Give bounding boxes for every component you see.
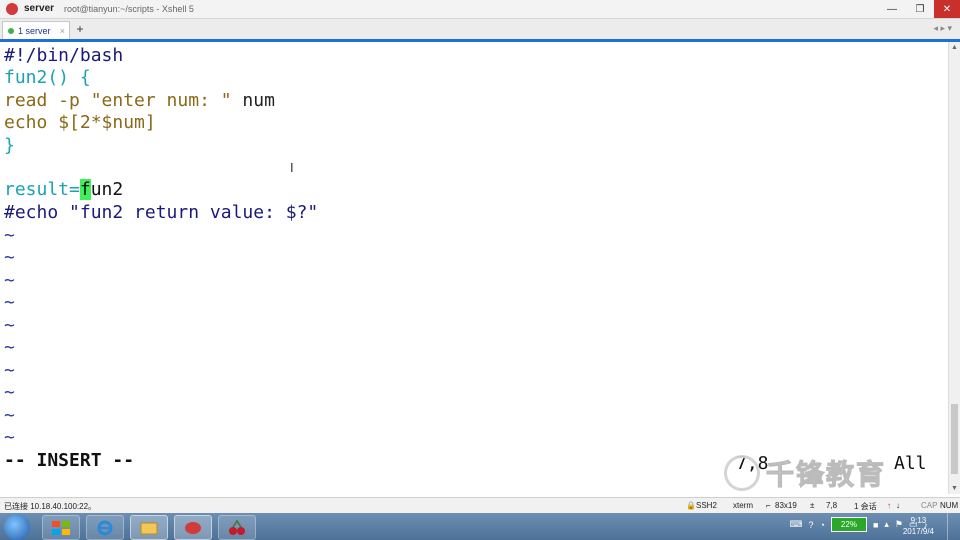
tray-keyboard-icon[interactable]: ⌨ <box>789 519 802 530</box>
cursor-icon: ± <box>810 501 815 510</box>
result-assignment: result= <box>4 179 80 200</box>
code-line-shebang: #!/bin/bash <box>4 45 124 66</box>
echo-expression: $[2*$num] <box>47 112 156 133</box>
taskbar-internet-explorer[interactable] <box>86 515 124 540</box>
code-line-close-brace: } <box>4 135 15 156</box>
empty-line-tilde: ~ <box>4 405 15 426</box>
taskbar-file-explorer[interactable] <box>42 515 80 540</box>
window-app-name: server <box>24 3 55 14</box>
scroll-down-arrow-icon[interactable]: ▼ <box>951 485 958 492</box>
block-cursor: f <box>79 179 91 200</box>
empty-line-tilde: ~ <box>4 360 15 381</box>
clock-date: 2017/9/4 <box>902 527 934 536</box>
protocol-label: SSH2 <box>696 501 717 510</box>
title-bar: server root@tianyun:~/scripts - Xshell 5… <box>0 0 960 19</box>
tray-expand-icon[interactable]: ▴ <box>884 519 889 530</box>
code-line-comment: #echo "fun2 return value: $?" <box>4 202 319 223</box>
window-title: root@tianyun:~/scripts - Xshell 5 <box>64 4 194 14</box>
clock-time: 9:13 <box>910 516 927 525</box>
cursor-position: 7,8 <box>826 501 838 510</box>
connected-status-icon <box>8 28 14 34</box>
folder-icon <box>140 522 158 534</box>
download-arrow-icon: ↓ <box>896 501 900 510</box>
watermark-logo-icon <box>724 455 760 491</box>
resize-icon: ⌐ <box>766 501 771 510</box>
empty-line-tilde: ~ <box>4 315 15 336</box>
windows-taskbar: ⌨ ? ◔ 22% ■ ▴ ⚑ ▭ ♪ 9:13 2017/9/4 <box>0 513 960 540</box>
system-clock[interactable]: 9:13 2017/9/4 <box>903 515 934 537</box>
tab-navigation-arrows[interactable]: ◂ ▸ ▾ <box>933 23 952 34</box>
taskbar-xshell[interactable] <box>174 515 212 540</box>
empty-line-tilde: ~ <box>4 225 15 246</box>
tab-close-icon[interactable]: × <box>60 26 65 36</box>
session-count: 1 会话 <box>854 502 877 511</box>
xshell-icon <box>185 521 201 534</box>
lock-icon: 🔒 <box>686 501 696 510</box>
cherry-icon <box>229 519 245 535</box>
tray-flag-icon[interactable]: ⚑ <box>895 519 903 530</box>
result-value: un2 <box>90 179 124 200</box>
mouse-ibeam-icon: I <box>290 160 294 175</box>
empty-line-tilde: ~ <box>4 292 15 313</box>
minimize-button[interactable]: — <box>878 0 906 18</box>
terminal-size: 83x19 <box>775 501 797 510</box>
add-tab-button[interactable]: + <box>73 22 87 36</box>
terminal-area[interactable]: #!/bin/bash fun2() { read -p "enter num:… <box>0 42 948 494</box>
internet-explorer-icon <box>97 520 113 535</box>
tab-bar: 1 server × + ◂ ▸ ▾ <box>0 19 960 40</box>
scrollbar-thumb[interactable] <box>951 404 958 474</box>
taskbar-folder[interactable] <box>130 515 168 540</box>
empty-line-tilde: ~ <box>4 270 15 291</box>
windows-folder-icon <box>52 520 70 535</box>
vertical-scrollbar[interactable]: ▲ ▼ <box>948 42 960 494</box>
tab-server[interactable]: 1 server × <box>2 21 70 40</box>
echo-command: echo <box>4 112 48 133</box>
code-line-echo: echo $[2*$num] <box>4 112 156 134</box>
upload-arrow-icon: ↑ <box>887 501 891 510</box>
num-lock-indicator: NUM <box>940 501 959 510</box>
window-controls: — ❐ ✕ <box>878 0 960 18</box>
caps-lock-indicator: CAP <box>921 501 938 510</box>
xshell-status-bar: 已连接 10.18.40.100:22。 🔒 SSH2 xterm ⌐ 83x1… <box>0 497 960 514</box>
empty-line-tilde: ~ <box>4 337 15 358</box>
prompt-string: "enter num: " <box>90 90 232 111</box>
empty-line-tilde: ~ <box>4 247 15 268</box>
tray-device-icon[interactable]: ■ <box>873 520 878 530</box>
tray-network-icon[interactable]: ◔ <box>820 520 825 530</box>
read-command: read -p <box>4 90 80 111</box>
empty-line-tilde: ~ <box>4 427 15 448</box>
vim-mode-indicator: -- INSERT -- <box>4 450 135 471</box>
code-line-read: read -p "enter num: " num <box>4 90 275 112</box>
tray-help-icon[interactable]: ? <box>808 520 813 530</box>
code-line-result: result=fun2 <box>4 179 123 201</box>
watermark-logo: 千锋教育 <box>724 452 934 494</box>
scroll-up-arrow-icon[interactable]: ▲ <box>951 44 958 51</box>
terminal-type: xterm <box>733 501 753 510</box>
start-button[interactable] <box>4 514 30 540</box>
show-desktop-button[interactable] <box>947 513 960 540</box>
tab-label: 1 server <box>18 26 51 36</box>
watermark-text: 千锋教育 <box>765 459 887 491</box>
read-variable: num <box>231 90 275 111</box>
taskbar-cherry-app[interactable] <box>218 515 256 540</box>
close-button[interactable]: ✕ <box>934 0 960 18</box>
xshell-app-icon <box>6 3 18 15</box>
maximize-button[interactable]: ❐ <box>906 0 934 18</box>
code-line-function-def: fun2() { <box>4 67 91 88</box>
battery-indicator[interactable]: 22% <box>830 517 867 532</box>
connection-status: 已连接 10.18.40.100:22。 <box>4 502 97 511</box>
empty-line-tilde: ~ <box>4 382 15 403</box>
